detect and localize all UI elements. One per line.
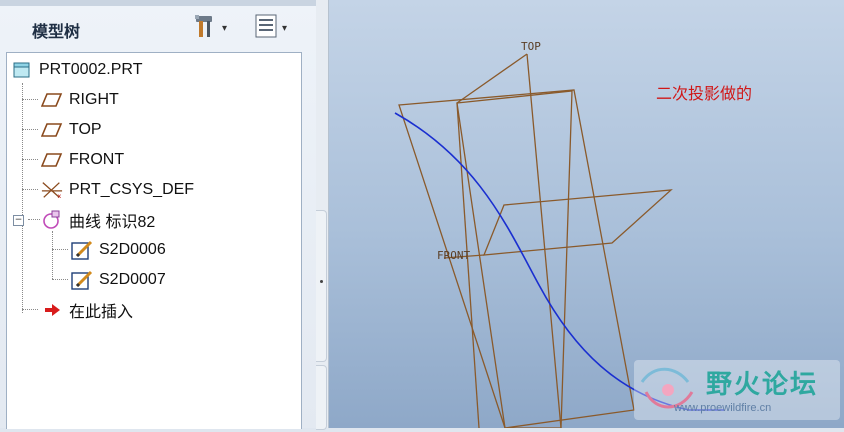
tree-connector (52, 249, 68, 250)
datum-plane-icon (41, 120, 63, 140)
sketch-icon (71, 270, 93, 290)
tree-connector (22, 159, 38, 160)
tree-connector (52, 231, 53, 279)
tree-connector (28, 219, 40, 220)
tree-connector (22, 129, 38, 130)
tree-item-label: S2D0007 (99, 271, 166, 288)
datum-plane-icon (41, 150, 63, 170)
insert-here-arrow-icon (41, 300, 63, 320)
tree-item-label: 在此插入 (69, 304, 134, 321)
panel-splitter[interactable] (316, 0, 329, 430)
watermark-url: www.proewildfire.cn (674, 402, 772, 414)
tree-item-label: 曲线 标识82 (69, 214, 156, 231)
watermark: 野火论坛 www.proewildfire.cn (634, 360, 840, 420)
datum-label-front: FRONT (437, 249, 470, 262)
collapse-toggle[interactable]: − (13, 215, 24, 226)
tree-item-front[interactable]: FRONT (41, 147, 124, 173)
tree-item-label: PRT_CSYS_DEF (69, 181, 195, 198)
model-tree-panel: 模型树 ▾ ▾ PRT0002.PRT RIGHT TOP FRONT x PR… (0, 0, 317, 429)
tree-item-right[interactable]: RIGHT (41, 87, 119, 113)
tree-connector (22, 189, 38, 190)
tree-item-label: TOP (69, 121, 102, 138)
splitter-grip (320, 280, 323, 283)
tools-icon (192, 13, 218, 43)
model-tree-header: 模型树 ▾ ▾ (4, 8, 314, 48)
tree-item-curve[interactable]: 曲线 标识82 (41, 207, 155, 233)
watermark-title: 野火论坛 (706, 370, 819, 400)
annotation-text: 二次投影做的 (656, 84, 753, 103)
splitter-tab (316, 210, 327, 362)
datum-plane-top-outline (456, 90, 573, 429)
curve-feature-icon (41, 210, 63, 230)
datum-plane-front-outline (483, 189, 673, 256)
svg-text:x: x (58, 192, 62, 200)
datum-plane-top-outline (526, 53, 562, 429)
datum-plane-icon (41, 90, 63, 110)
panel-top-strip (0, 0, 316, 6)
tree-item-sketch-2[interactable]: S2D0007 (71, 267, 166, 293)
tree-connector (52, 279, 68, 280)
model-tree-title: 模型树 (32, 22, 81, 41)
datum-plane-top-outline (456, 102, 480, 429)
tree-item-sketch-1[interactable]: S2D0006 (71, 237, 166, 263)
tree-connector (22, 99, 38, 100)
tree-item-top[interactable]: TOP (41, 117, 102, 143)
chevron-down-icon: ▾ (222, 22, 228, 34)
sketch-icon (71, 240, 93, 260)
tree-item-part[interactable]: PRT0002.PRT (11, 57, 142, 83)
tree-item-label: S2D0006 (99, 241, 166, 258)
tree-show-button[interactable]: ▾ (254, 14, 287, 42)
datum-plane-top-outline (456, 53, 528, 104)
model-tree: PRT0002.PRT RIGHT TOP FRONT x PRT_CSYS_D… (6, 52, 302, 429)
coordinate-system-icon: x (41, 180, 63, 200)
tree-connector (22, 83, 23, 313)
tree-item-label: RIGHT (69, 91, 119, 108)
datum-plane-right-outline (398, 89, 635, 429)
splitter-tab (316, 365, 327, 430)
tree-item-label: FRONT (69, 151, 125, 168)
part-icon (11, 60, 33, 80)
chevron-down-icon: ▾ (282, 22, 288, 34)
tree-item-label: PRT0002.PRT (39, 61, 143, 78)
list-icon (254, 13, 278, 43)
tree-settings-button[interactable]: ▾ (192, 14, 227, 42)
tree-connector (22, 309, 38, 310)
datum-label-top: TOP (521, 40, 541, 53)
graphics-viewport[interactable]: TOP FRONT 二次投影做的 野火论坛 www.proewildfire.c… (329, 0, 844, 429)
tree-item-csys[interactable]: x PRT_CSYS_DEF (41, 177, 194, 203)
tree-item-insert-here[interactable]: 在此插入 (41, 297, 133, 323)
